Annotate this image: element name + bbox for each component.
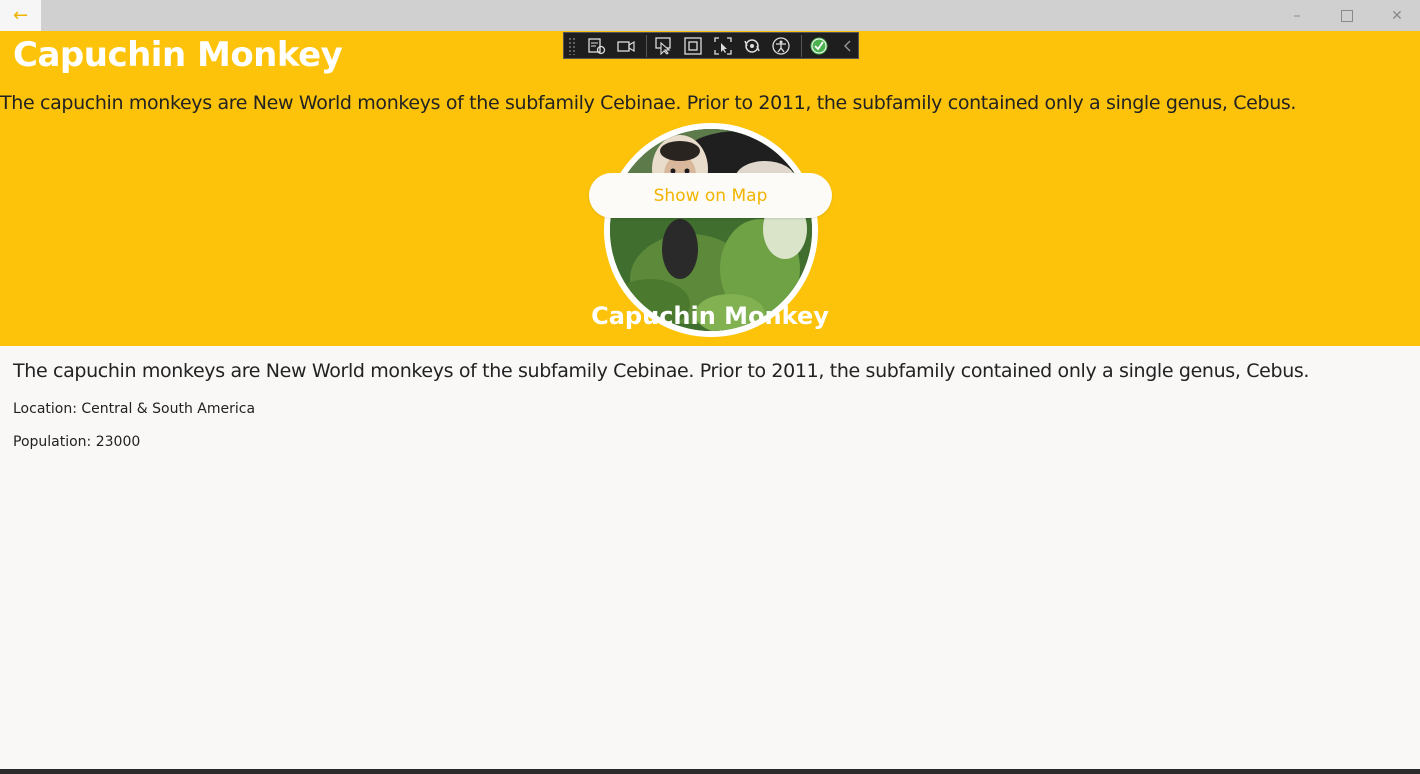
record-button[interactable] (616, 35, 635, 57)
accessibility-icon (772, 36, 790, 55)
record-icon (617, 40, 635, 52)
minimize-icon: – (1293, 7, 1301, 24)
display-layout-adorners-button[interactable] (684, 35, 703, 57)
animal-name-subtitle: Capuchin Monkey (591, 302, 829, 330)
accessibility-button[interactable] (771, 35, 790, 57)
close-button[interactable]: ✕ (1372, 0, 1420, 31)
location-label: Location: Central & South America (13, 401, 256, 417)
select-element-button[interactable] (654, 35, 673, 57)
window-bottom-edge (0, 769, 1420, 774)
window-title-bar: ← – ✕ (0, 0, 1420, 31)
details-description: The capuchin monkeys are New World monke… (13, 360, 1310, 382)
track-focus-icon (713, 36, 732, 55)
details-panel: The capuchin monkeys are New World monke… (13, 360, 1310, 450)
population-label: Population: 23000 (13, 434, 141, 450)
grip-icon[interactable] (568, 36, 575, 55)
hot-reload-icon (744, 38, 760, 53)
display-layout-adorners-icon (684, 36, 702, 55)
track-focus-button[interactable] (713, 35, 732, 57)
close-icon: ✕ (1391, 7, 1403, 24)
collapse-toolbar-button[interactable] (839, 35, 858, 57)
collapse-chevron-icon (844, 40, 851, 51)
maximize-icon (1341, 9, 1353, 22)
show-on-map-button[interactable]: Show on Map (589, 173, 832, 218)
binding-check-button[interactable] (810, 35, 829, 57)
header-description: The capuchin monkeys are New World monke… (0, 92, 1297, 114)
back-button[interactable]: ← (0, 0, 41, 31)
toolbar-separator (645, 34, 647, 57)
select-element-icon (655, 36, 671, 55)
arrow-left-icon: ← (12, 5, 29, 26)
live-visual-tree-button[interactable] (587, 35, 606, 57)
maximize-button[interactable] (1322, 0, 1372, 31)
monkey-image (610, 129, 812, 331)
page-title: Capuchin Monkey (13, 35, 343, 75)
xaml-debug-toolbar (563, 32, 859, 59)
hot-reload-button[interactable] (742, 35, 761, 57)
minimize-button[interactable]: – (1272, 0, 1322, 31)
toolbar-separator (800, 34, 802, 57)
live-visual-tree-icon (587, 37, 605, 54)
binding-check-icon (810, 37, 828, 54)
